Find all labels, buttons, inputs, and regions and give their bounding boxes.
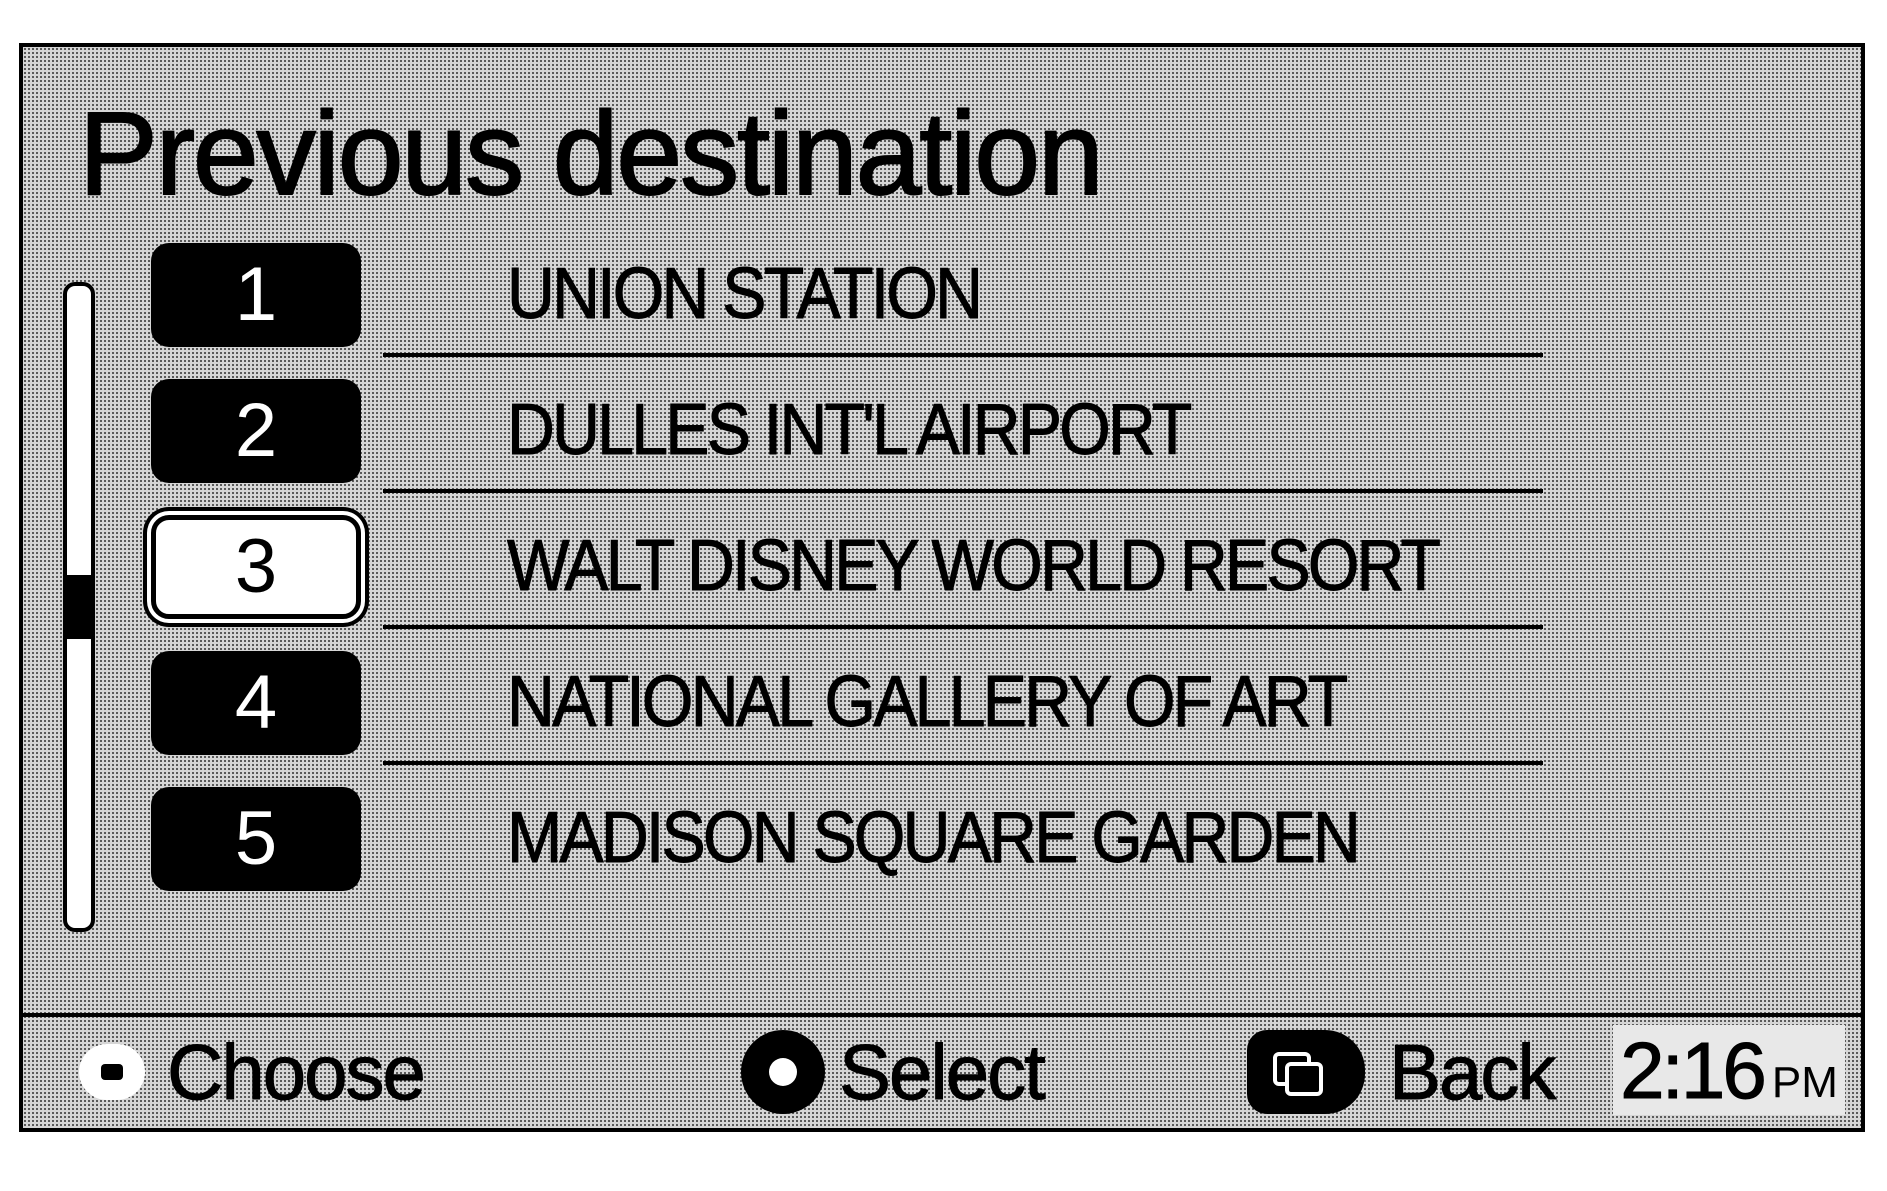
clock-ampm: PM [1771,1058,1838,1107]
list-item[interactable]: 3 WALT DISNEY WORLD RESORT [23,505,1869,641]
select-knob-icon [741,1030,825,1114]
row-divider [383,761,1543,765]
select-label: Select [839,1027,1047,1116]
clock-time: 2:16 [1620,1026,1768,1115]
back-button-icon [1247,1030,1365,1114]
list-item[interactable]: 2 DULLES INT'L AIRPORT [23,369,1869,505]
row-divider [383,353,1543,357]
list-item[interactable]: 4 NATIONAL GALLERY OF ART [23,641,1869,777]
destination-name[interactable]: DULLES INT'L AIRPORT [507,389,1193,471]
dial-icon [79,1044,145,1100]
destination-name[interactable]: UNION STATION [507,253,984,335]
destination-name[interactable]: MADISON SQUARE GARDEN [507,797,1362,879]
back-button[interactable]: Back [1247,1027,1557,1117]
row-divider [383,489,1543,493]
navigation-screen: Previous destination 1 UNION STATION 2 D… [19,43,1865,1132]
item-number-badge[interactable]: 3 [151,515,361,619]
item-number-badge[interactable]: 2 [151,379,361,483]
item-number-badge[interactable]: 4 [151,651,361,755]
choose-label: Choose [167,1027,427,1116]
select-button[interactable]: Select [741,1027,1047,1117]
destination-name[interactable]: WALT DISNEY WORLD RESORT [507,525,1442,607]
list-item[interactable]: 5 MADISON SQUARE GARDEN [23,777,1869,913]
destination-name[interactable]: NATIONAL GALLERY OF ART [507,661,1349,743]
item-number-badge[interactable]: 1 [151,243,361,347]
item-number-badge[interactable]: 5 [151,787,361,891]
page-title: Previous destination [78,88,1105,220]
list-item[interactable]: 1 UNION STATION [23,233,1869,369]
row-divider [383,625,1543,629]
choose-hint[interactable]: Choose [79,1027,427,1117]
clock: 2:16 PM [1613,1025,1845,1115]
footer-divider [23,1013,1861,1017]
back-label: Back [1388,1027,1556,1116]
